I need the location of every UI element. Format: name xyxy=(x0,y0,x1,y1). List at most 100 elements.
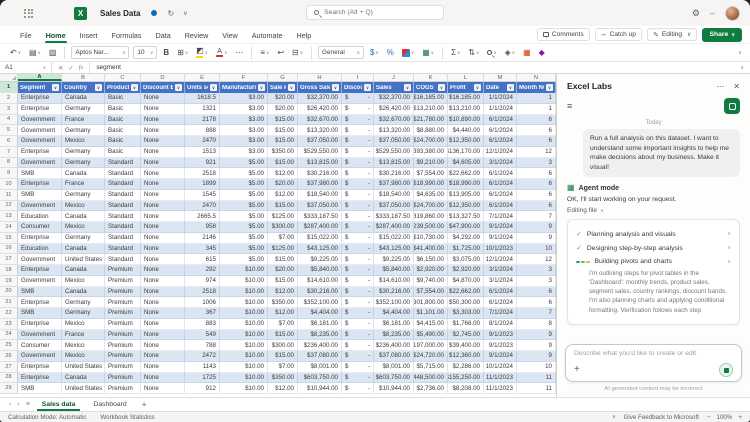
cell[interactable]: Standard xyxy=(105,157,141,169)
table-column-header[interactable]: Sale Price∨ xyxy=(268,82,298,93)
cell[interactable]: Canada xyxy=(62,265,105,276)
cell[interactable]: $30,216.00 xyxy=(298,168,342,179)
cell[interactable]: Enterprise xyxy=(18,297,62,308)
cell[interactable]: $2,736.00 xyxy=(414,383,448,394)
row-header-21[interactable]: 21 xyxy=(0,297,18,308)
cell[interactable]: $4,870.00 xyxy=(448,275,484,287)
table-column-header[interactable]: Month Number∨ xyxy=(517,82,556,93)
cell[interactable]: Premium xyxy=(105,308,141,319)
cell[interactable]: $22,662.00 xyxy=(448,286,484,298)
share-button[interactable]: Share ∨ xyxy=(702,27,742,42)
cell[interactable]: $5.00 xyxy=(220,179,268,190)
column-header-M[interactable]: M xyxy=(484,74,517,81)
cell[interactable]: $24,700.00 xyxy=(414,136,448,147)
cell[interactable]: $10.00 xyxy=(220,383,268,394)
filter-dropdown-icon[interactable]: ∨ xyxy=(52,84,59,91)
settings-gear-icon[interactable]: ⚙ xyxy=(692,8,700,19)
column-header-L[interactable]: L xyxy=(448,74,484,81)
cell[interactable]: Premium xyxy=(105,286,141,298)
cell[interactable]: $352,100.00 xyxy=(374,297,414,308)
row-header-14[interactable]: 14 xyxy=(0,222,18,233)
cell[interactable]: $5.00 xyxy=(220,232,268,244)
excel-logo-icon[interactable]: X xyxy=(74,6,87,20)
cell[interactable]: Enterprise xyxy=(18,146,62,158)
cell[interactable]: $47,900.00 xyxy=(448,222,484,233)
cell[interactable]: None xyxy=(141,340,185,351)
add-attachment-button[interactable]: + xyxy=(574,365,580,375)
column-header-K[interactable]: K xyxy=(414,74,448,81)
cell[interactable]: 3/1/2024 xyxy=(484,265,517,276)
collapse-ribbon-icon[interactable]: ∨ xyxy=(738,50,742,56)
cell[interactable]: None xyxy=(141,168,185,179)
cell[interactable]: Canada xyxy=(62,93,105,104)
cell[interactable]: $1,766.00 xyxy=(448,318,484,330)
cell[interactable]: None xyxy=(141,383,185,394)
cell[interactable]: $13,320.00 xyxy=(374,125,414,136)
agent-step[interactable]: ✓ Planning analysis and visuals ∨ xyxy=(576,227,731,241)
cell[interactable]: $15.00 xyxy=(268,136,298,147)
cell[interactable]: 7 xyxy=(517,211,556,222)
menu-tab-home[interactable]: Home xyxy=(40,27,72,43)
cancel-entry-icon[interactable]: ✕ xyxy=(58,64,63,72)
cell[interactable]: None xyxy=(141,114,185,126)
cell[interactable]: Enterprise xyxy=(18,372,62,384)
cell[interactable]: $ - xyxy=(342,372,374,384)
menu-tab-automate[interactable]: Automate xyxy=(246,27,289,43)
cell[interactable]: 10/1/2023 xyxy=(484,243,517,255)
cell[interactable]: 9 xyxy=(517,222,556,233)
expand-formula-bar-icon[interactable]: ∨ xyxy=(740,65,744,71)
cell[interactable]: 788 xyxy=(185,340,220,351)
cell[interactable]: Government xyxy=(18,254,62,265)
cell[interactable]: 9 xyxy=(517,232,556,244)
cell[interactable]: $2,920.00 xyxy=(414,265,448,276)
sensitivity-button[interactable]: ◈ ∨ xyxy=(503,48,517,57)
cell[interactable]: 11/1/2023 xyxy=(484,383,517,394)
cell[interactable]: Basic xyxy=(105,114,141,126)
cell[interactable]: Standard xyxy=(105,222,141,233)
cell[interactable]: None xyxy=(141,286,185,298)
cell[interactable]: Government xyxy=(18,125,62,136)
cell[interactable]: None xyxy=(141,275,185,287)
cell[interactable]: $41,400.00 xyxy=(414,243,448,255)
cell[interactable]: Standard xyxy=(105,168,141,179)
cell[interactable]: $8,235.00 xyxy=(298,329,342,341)
cell[interactable]: $4,404.00 xyxy=(374,308,414,319)
cell[interactable]: $12,350.00 xyxy=(448,136,484,147)
row-header-2[interactable]: 2 xyxy=(0,93,18,104)
cell[interactable]: $6,181.00 xyxy=(298,318,342,330)
cell[interactable]: Standard xyxy=(105,179,141,190)
cell[interactable]: $37,080.00 xyxy=(298,351,342,362)
cell[interactable]: Canada xyxy=(62,286,105,298)
cell[interactable]: $5,715.00 xyxy=(414,361,448,373)
cell[interactable]: 6/1/2024 xyxy=(484,297,517,308)
cell[interactable]: $20.00 xyxy=(268,103,298,115)
cell[interactable]: $ - xyxy=(342,211,374,222)
cell[interactable]: 6 xyxy=(517,189,556,201)
cell[interactable]: $125.00 xyxy=(268,243,298,255)
cell[interactable]: None xyxy=(141,351,185,362)
cell[interactable]: 6 xyxy=(517,179,556,190)
cell[interactable]: $16,185.00 xyxy=(448,93,484,104)
cell[interactable]: None xyxy=(141,136,185,147)
filter-dropdown-icon[interactable]: ∨ xyxy=(364,84,371,91)
cell[interactable]: Government xyxy=(18,136,62,147)
cell[interactable]: 3 xyxy=(517,265,556,276)
minimize-icon[interactable]: – xyxy=(710,8,715,18)
cell[interactable]: 3 xyxy=(517,275,556,287)
cell[interactable]: $5.00 xyxy=(220,157,268,169)
cell[interactable]: $24,720.00 xyxy=(414,351,448,362)
column-header-D[interactable]: D xyxy=(141,74,185,81)
cell[interactable]: $37,980.00 xyxy=(298,179,342,190)
menu-tab-formulas[interactable]: Formulas xyxy=(106,27,148,43)
calc-mode-status[interactable]: Calculation Mode: Automatic xyxy=(8,414,86,421)
cell[interactable]: $4,404.00 xyxy=(298,308,342,319)
cell[interactable]: $5.00 xyxy=(220,168,268,179)
cell[interactable]: Standard xyxy=(105,189,141,201)
cell[interactable]: $448,500.00 xyxy=(414,372,448,384)
cell[interactable]: 9/1/2024 xyxy=(484,232,517,244)
cell[interactable]: $15.00 xyxy=(268,157,298,169)
filter-dropdown-icon[interactable]: ∨ xyxy=(210,84,217,91)
cell[interactable]: $ - xyxy=(342,114,374,126)
cell[interactable]: $37,050.00 xyxy=(374,200,414,212)
filter-dropdown-icon[interactable]: ∨ xyxy=(258,84,265,91)
